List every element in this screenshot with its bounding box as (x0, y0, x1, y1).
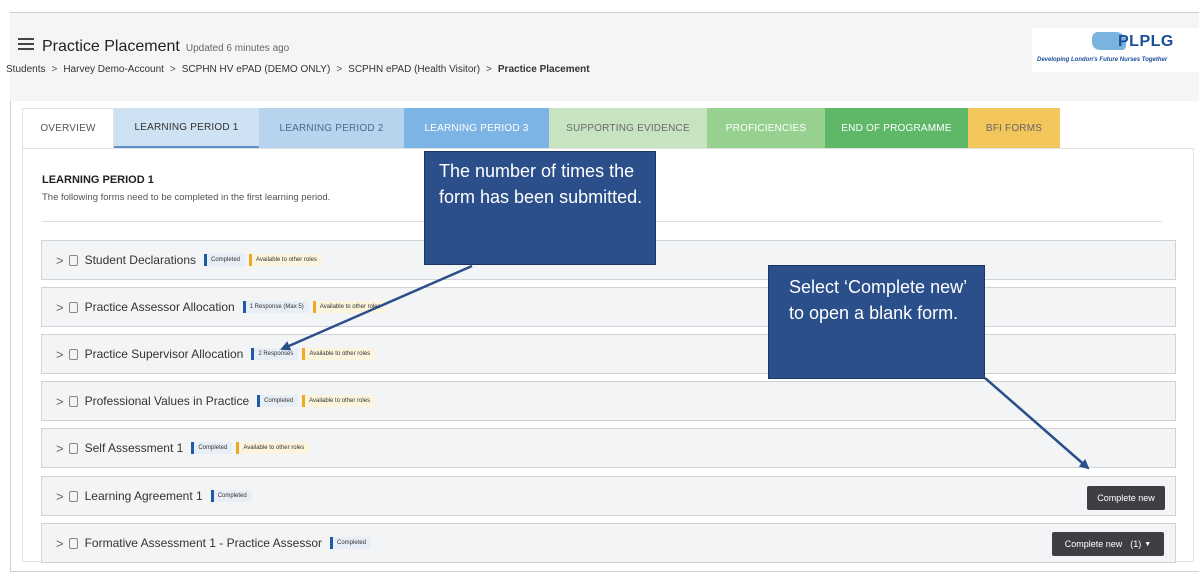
page-title: Practice Placement (42, 38, 180, 55)
document-icon (68, 537, 78, 549)
breadcrumb-current: Practice Placement (497, 64, 590, 75)
availability-badge: Available to other roles (302, 395, 376, 407)
availability-badge: Available to other roles (312, 301, 386, 313)
response-count-badge: 2 Responses (251, 348, 299, 360)
callout-complete-new: Select ‘Complete new’ to open a blank fo… (768, 265, 985, 379)
availability-badge: Available to other roles (302, 348, 376, 360)
form-label[interactable]: Learning Agreement 1 (85, 489, 203, 503)
form-row-learning-agreement-1[interactable]: > Learning Agreement 1 Completed (41, 476, 1176, 516)
breadcrumb-separator: > (169, 64, 176, 75)
chevron-right-icon[interactable]: > (56, 536, 64, 551)
complete-new-count: (1) (1130, 539, 1142, 549)
form-label[interactable]: Practice Assessor Allocation (85, 300, 235, 314)
form-label[interactable]: Student Declarations (85, 253, 196, 267)
chevron-right-icon[interactable]: > (56, 394, 64, 409)
response-count-badge: 1 Response (Max 5) (242, 301, 309, 313)
logo-tagline: Developing London's Future Nurses Togeth… (1037, 57, 1168, 63)
tab-bar: OVERVIEW LEARNING PERIOD 1 LEARNING PERI… (22, 108, 1060, 148)
breadcrumb-separator: > (51, 64, 58, 75)
status-badge: Completed (257, 395, 299, 407)
section-title: LEARNING PERIOD 1 (42, 174, 154, 186)
document-icon (68, 395, 78, 407)
breadcrumb-student-name[interactable]: Harvey Demo-Account (63, 64, 164, 75)
chevron-right-icon[interactable]: > (56, 347, 64, 362)
updated-timestamp: Updated 6 minutes ago (185, 43, 290, 54)
form-label[interactable]: Formative Assessment 1 - Practice Assess… (85, 536, 322, 550)
availability-badge: Available to other roles (249, 254, 322, 266)
chevron-right-icon[interactable]: > (56, 253, 64, 268)
complete-new-label: Complete new (1064, 539, 1123, 549)
status-badge: Completed (210, 490, 252, 502)
breadcrumb: Students > Harvey Demo-Account > SCPHN HV eP… (6, 64, 590, 75)
tab-learning-period-3[interactable]: LEARNING PERIOD 3 (404, 108, 549, 148)
chevron-right-icon[interactable]: > (56, 300, 64, 315)
form-row-professional-values[interactable]: > Professional Values in Practice Comple… (41, 381, 1176, 421)
breadcrumb-scphn[interactable]: SCPHN ePAD (Health Visitor) (348, 64, 480, 75)
page: Practice Placement Updated 6 minutes ago… (0, 0, 1201, 572)
status-badge: Completed (330, 537, 372, 549)
chevron-right-icon[interactable]: > (56, 489, 64, 504)
tab-proficiencies[interactable]: PROFICIENCIES (707, 108, 825, 148)
form-row-practice-supervisor-allocation[interactable]: > Practice Supervisor Allocation 2 Respo… (41, 334, 1176, 374)
form-row-practice-assessor-allocation[interactable]: > Practice Assessor Allocation 1 Respons… (41, 287, 1176, 327)
tab-overview[interactable]: OVERVIEW (22, 108, 114, 148)
form-row-self-assessment-1[interactable]: > Self Assessment 1 Completed Available … (41, 428, 1176, 468)
complete-new-dropdown-button[interactable]: Complete new (1) ▼ (1052, 532, 1164, 556)
title-row: Practice Placement Updated 6 minutes ago (18, 37, 289, 56)
callout-submitted-count: The number of times the form has been su… (424, 151, 656, 265)
form-row-formative-assessment-1[interactable]: > Formative Assessment 1 - Practice Asse… (41, 523, 1176, 563)
logo-brand: PLPLG (1118, 33, 1174, 50)
tab-learning-period-2[interactable]: LEARNING PERIOD 2 (259, 108, 404, 148)
tab-bfi-forms[interactable]: BFI FORMS (968, 108, 1060, 148)
breadcrumb-separator: > (486, 64, 492, 75)
form-label[interactable]: Self Assessment 1 (85, 441, 184, 455)
document-icon (68, 490, 78, 502)
chevron-right-icon[interactable]: > (56, 441, 64, 456)
complete-new-button[interactable]: Complete new (1087, 486, 1165, 510)
status-badge: Completed (191, 442, 233, 454)
page-header (10, 13, 1199, 101)
list-icon[interactable] (18, 38, 34, 52)
plplg-logo: PLPLG Developing London's Future Nurses … (1032, 28, 1200, 72)
form-label[interactable]: Practice Supervisor Allocation (85, 347, 244, 361)
document-icon (68, 301, 78, 313)
document-icon (68, 254, 78, 266)
breadcrumb-students[interactable]: Students (6, 64, 45, 75)
form-label[interactable]: Professional Values in Practice (85, 394, 250, 408)
tab-learning-period-1[interactable]: LEARNING PERIOD 1 (114, 108, 259, 148)
document-icon (68, 442, 78, 454)
breadcrumb-epad[interactable]: SCPHN HV ePAD (DEMO ONLY) (182, 64, 331, 75)
document-icon (68, 348, 78, 360)
section-description: The following forms need to be completed… (42, 192, 331, 203)
tab-end-of-programme[interactable]: END OF PROGRAMME (825, 108, 968, 148)
caret-down-icon: ▼ (1144, 540, 1152, 548)
complete-new-label: Complete new (1097, 493, 1155, 503)
availability-badge: Available to other roles (236, 442, 310, 454)
status-badge: Completed (204, 254, 246, 266)
breadcrumb-separator: > (336, 64, 343, 75)
tab-supporting-evidence[interactable]: SUPPORTING EVIDENCE (549, 108, 707, 148)
